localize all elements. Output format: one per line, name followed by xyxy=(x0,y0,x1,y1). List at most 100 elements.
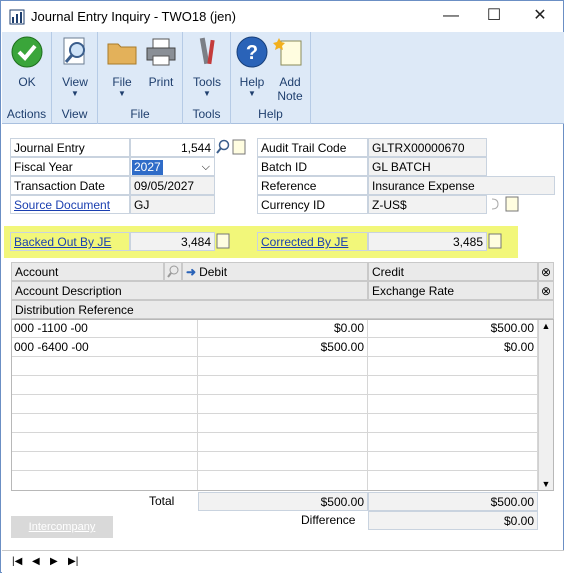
view-label: View xyxy=(62,75,88,89)
transaction-date-value: 09/05/2027 xyxy=(130,176,215,195)
window-title: Journal Entry Inquiry - TWO18 (jen) xyxy=(31,9,236,24)
svg-text:?: ? xyxy=(246,42,258,64)
folder-icon xyxy=(107,43,137,65)
magnifier-document-icon xyxy=(63,37,85,65)
title-bar: Journal Entry Inquiry - TWO18 (jen) — ☐ … xyxy=(1,1,563,32)
view-button[interactable]: View ▼ xyxy=(56,36,94,99)
print-button[interactable]: Print xyxy=(142,36,180,89)
ok-button[interactable]: OK xyxy=(8,36,46,89)
journal-entry-inquiry-window: Journal Entry Inquiry - TWO18 (jen) — ☐ … xyxy=(0,0,564,573)
tools-label: Tools xyxy=(192,75,221,89)
total-label: Total xyxy=(149,494,175,508)
backed-out-value: 3,484 xyxy=(130,232,215,251)
note-icon[interactable] xyxy=(215,232,231,250)
corrected-label[interactable]: Corrected By JE xyxy=(257,232,368,251)
first-record-icon[interactable]: |◀ xyxy=(12,556,22,567)
table-row[interactable] xyxy=(11,376,538,395)
maximize-button[interactable]: ☐ xyxy=(479,5,509,27)
last-record-icon[interactable]: ▶| xyxy=(68,556,78,567)
ribbon-group-file: File ▼ Print File xyxy=(98,32,183,124)
table-row[interactable] xyxy=(11,357,538,376)
add-note-button[interactable]: Add Note xyxy=(271,36,309,103)
minimize-button[interactable]: — xyxy=(436,5,466,27)
account-lookup-icon[interactable] xyxy=(164,262,182,281)
scroll-down-icon[interactable]: ▼ xyxy=(539,477,553,491)
grid-header-exchange-rate: Exchange Rate xyxy=(368,281,538,300)
table-row[interactable] xyxy=(11,471,538,491)
chevron-down-icon: ⌵ xyxy=(201,161,210,173)
debit-cell: $500.00 xyxy=(198,338,368,357)
credit-cell: $0.00 xyxy=(368,338,538,357)
source-document-value: GJ xyxy=(130,195,215,214)
currency-id-value: Z-US$ xyxy=(368,195,487,214)
currency-expansion-icon[interactable] xyxy=(487,195,503,213)
ribbon-group-label: Actions xyxy=(6,107,47,121)
collapse-rows-icon[interactable]: ⊗ xyxy=(538,262,554,281)
grid-header-debit: Debit xyxy=(199,265,228,279)
journal-entry-field[interactable]: 1,544 xyxy=(130,138,215,157)
backed-out-link[interactable]: Backed Out By JE xyxy=(14,235,111,249)
ribbon-group-label: View xyxy=(61,107,88,121)
tools-button[interactable]: Tools ▼ xyxy=(188,36,226,99)
table-row[interactable]: 000 -1100 -00 $0.00 $500.00 xyxy=(11,319,538,338)
close-button[interactable]: ✕ xyxy=(525,5,555,27)
intercompany-button[interactable]: Intercompany xyxy=(11,516,113,538)
backed-out-label[interactable]: Backed Out By JE xyxy=(10,232,130,251)
printer-icon xyxy=(146,38,176,66)
note-icon[interactable] xyxy=(504,195,520,213)
record-navigation-bar: |◀ ◀ ▶ ▶| xyxy=(2,550,564,573)
expand-rows-icon[interactable]: ⊗ xyxy=(538,281,554,300)
file-button[interactable]: File ▼ xyxy=(102,36,142,99)
lookup-icon[interactable] xyxy=(215,138,231,156)
chevron-down-icon: ▼ xyxy=(248,89,256,98)
corrected-value: 3,485 xyxy=(368,232,487,251)
add-note-icon xyxy=(273,38,302,66)
ribbon-group-help: ? Help ▼ Add Note Help xyxy=(231,32,311,124)
table-row[interactable] xyxy=(11,395,538,414)
grid-header-credit: Credit xyxy=(368,262,538,281)
app-icon xyxy=(9,9,25,25)
grid-header-account: Account xyxy=(11,262,164,281)
previous-record-icon[interactable]: ◀ xyxy=(32,556,40,567)
transaction-date-label: Transaction Date xyxy=(10,176,130,195)
batch-id-label: Batch ID xyxy=(257,157,368,176)
difference-value: $0.00 xyxy=(368,511,538,530)
grid-header-distribution-reference: Distribution Reference xyxy=(11,300,554,319)
help-button[interactable]: ? Help ▼ xyxy=(233,36,271,99)
ribbon-group-label: Help xyxy=(258,107,283,121)
currency-id-label: Currency ID xyxy=(257,195,368,214)
reference-value: Insurance Expense xyxy=(368,176,555,195)
grid-header-debit-cell: ➜ Debit xyxy=(182,262,368,281)
ribbon-group-view: View ▼ View xyxy=(52,32,98,124)
note-icon[interactable] xyxy=(231,138,247,156)
ribbon-group-tools: Tools ▼ Tools xyxy=(183,32,231,124)
audit-trail-label: Audit Trail Code xyxy=(257,138,368,157)
table-row[interactable] xyxy=(11,452,538,471)
table-row[interactable] xyxy=(11,414,538,433)
help-label: Help xyxy=(239,75,265,89)
tools-icon xyxy=(199,37,215,65)
fiscal-year-select[interactable]: 2027 ⌵ xyxy=(130,157,215,176)
table-row[interactable]: 000 -6400 -00 $500.00 $0.00 xyxy=(11,338,538,357)
add-note-label: Add Note xyxy=(277,75,303,103)
grid-scrollbar[interactable]: ▲ ▼ xyxy=(538,319,553,491)
debit-cell: $0.00 xyxy=(198,319,368,338)
file-label: File xyxy=(112,75,132,89)
fiscal-year-value: 2027 xyxy=(132,160,163,175)
scroll-up-icon[interactable]: ▲ xyxy=(539,319,553,333)
source-document-link[interactable]: Source Document xyxy=(14,198,110,212)
source-document-label[interactable]: Source Document xyxy=(10,195,130,214)
print-label: Print xyxy=(148,75,174,89)
note-icon[interactable] xyxy=(487,232,503,250)
chevron-down-icon: ▼ xyxy=(118,89,126,98)
chevron-down-icon: ▼ xyxy=(203,89,211,98)
next-record-icon[interactable]: ▶ xyxy=(50,556,58,567)
chevron-down-icon: ▼ xyxy=(71,89,79,98)
ok-label: OK xyxy=(18,75,36,89)
arrow-right-icon[interactable]: ➜ xyxy=(183,265,199,279)
table-row[interactable] xyxy=(11,433,538,452)
account-cell: 000 -1100 -00 xyxy=(11,319,198,338)
journal-entry-label: Journal Entry xyxy=(10,138,130,157)
help-icon: ? xyxy=(236,36,268,68)
corrected-link[interactable]: Corrected By JE xyxy=(261,235,348,249)
